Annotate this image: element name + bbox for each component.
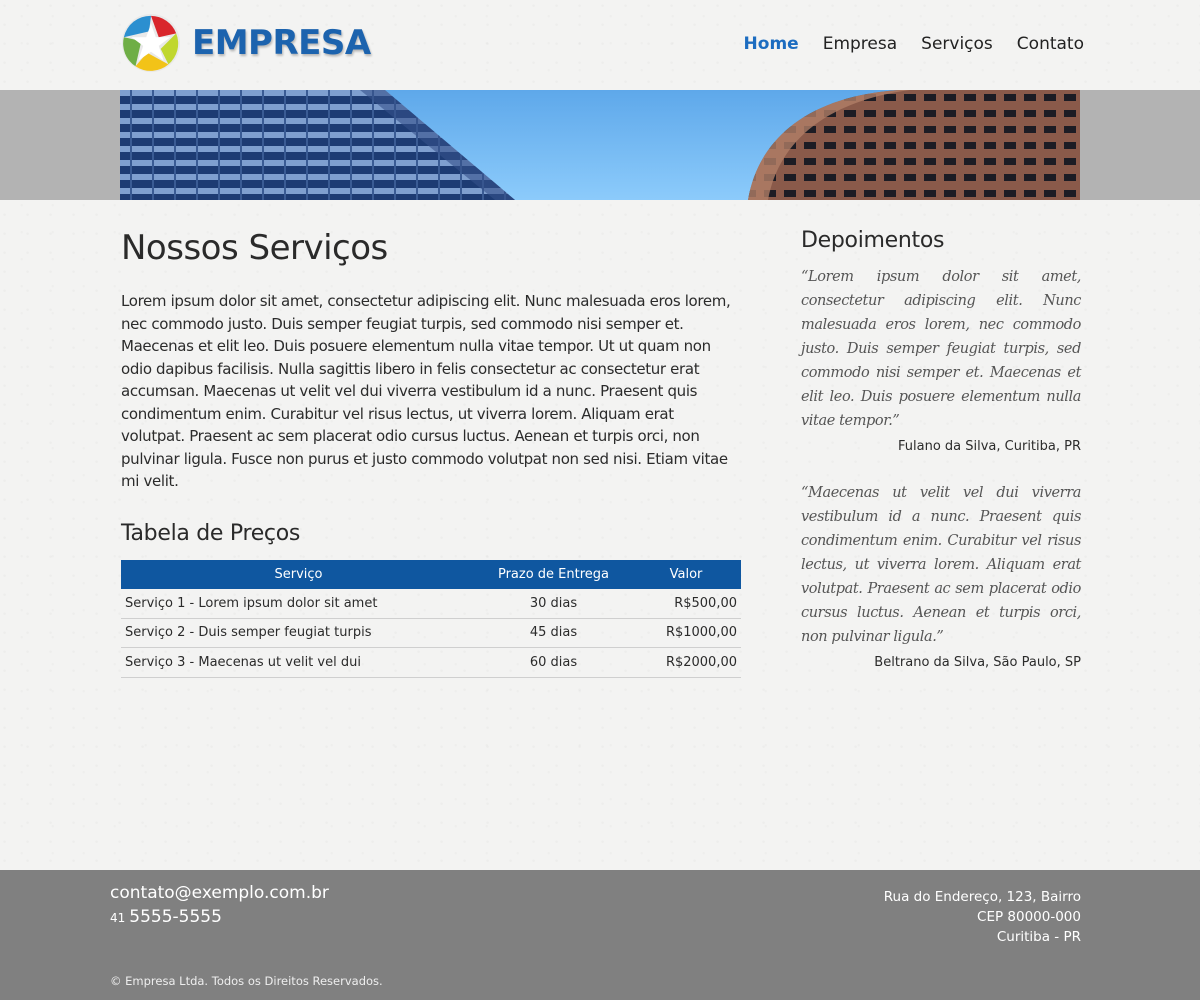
phone-number: 5555-5555 <box>129 907 222 927</box>
service-name: Serviço 3 - Maecenas ut velit vel dui <box>121 647 476 678</box>
service-delivery: 30 dias <box>476 588 631 619</box>
intro-paragraph: Lorem ipsum dolor sit amet, consectetur … <box>121 292 731 490</box>
footer-email[interactable]: contato@exemplo.com.br <box>110 883 329 903</box>
nav-item-servicos[interactable]: Serviços <box>921 34 993 54</box>
address-line: Rua do Endereço, 123, Bairro <box>883 889 1081 905</box>
service-value: R$500,00 <box>631 588 741 619</box>
footer-address: Rua do Endereço, 123, Bairro CEP 80000-0… <box>884 887 1081 947</box>
column-header-delivery: Prazo de Entrega <box>476 559 631 589</box>
service-delivery: 60 dias <box>476 647 631 678</box>
banner-image <box>120 90 1080 200</box>
nav-item-contato[interactable]: Contato <box>1017 34 1084 54</box>
footer-phone: 41 5555-5555 <box>110 907 222 927</box>
column-header-value: Valor <box>631 559 741 589</box>
phone-area-code: 41 <box>110 911 126 925</box>
table-header-row: Serviço Prazo de Entrega Valor <box>121 559 741 589</box>
address-line: Curitiba - PR <box>996 929 1081 945</box>
prices-title: Tabela de Preços <box>121 520 301 546</box>
testimonials-title: Depoimentos <box>801 228 945 253</box>
testimonials-sidebar: Depoimentos “Lorem ipsum dolor sit amet,… <box>801 228 1081 697</box>
main-nav: Home Empresa Serviços Contato <box>720 34 1084 54</box>
site-footer: contato@exemplo.com.br 41 5555-5555 Rua d… <box>0 870 1200 1000</box>
service-value: R$1000,00 <box>631 618 741 648</box>
site-header: EMPRESA Home Empresa Serviços Contato <box>0 0 1200 90</box>
copyright: © Empresa Ltda. Todos os Direitos Reserv… <box>110 974 383 988</box>
testimonial-quote: “Maecenas ut velit vel dui viverra vesti… <box>801 485 1081 645</box>
nav-item-empresa[interactable]: Empresa <box>823 34 897 54</box>
table-row: Serviço 2 - Duis semper feugiat turpis 4… <box>121 618 741 648</box>
star-logo-icon <box>121 13 181 73</box>
table-row: Serviço 1 - Lorem ipsum dolor sit amet 3… <box>121 588 741 619</box>
buildings-image <box>120 90 1080 200</box>
main-content: Nossos Serviços Lorem ipsum dolor sit am… <box>121 228 741 678</box>
page-title: Nossos Serviços <box>121 228 388 268</box>
nav-item-home[interactable]: Home <box>744 34 799 54</box>
service-name: Serviço 1 - Lorem ipsum dolor sit amet <box>121 588 476 619</box>
service-name: Serviço 2 - Duis semper feugiat turpis <box>121 618 476 648</box>
prices-table: Serviço Prazo de Entrega Valor Serviço 1… <box>121 559 741 678</box>
column-header-service: Serviço <box>121 559 476 589</box>
table-row: Serviço 3 - Maecenas ut velit vel dui 60… <box>121 647 741 678</box>
service-delivery: 45 dias <box>476 618 631 648</box>
testimonial-quote: “Lorem ipsum dolor sit amet, consectetur… <box>801 269 1081 429</box>
brand-name: EMPRESA <box>192 23 371 63</box>
testimonial-author: Fulano da Silva, Curitiba, PR <box>898 439 1081 454</box>
address-line: CEP 80000-000 <box>977 909 1081 925</box>
testimonial-author: Beltrano da Silva, São Paulo, SP <box>874 655 1081 670</box>
logo[interactable]: EMPRESA <box>120 12 371 74</box>
service-value: R$2000,00 <box>631 647 741 678</box>
